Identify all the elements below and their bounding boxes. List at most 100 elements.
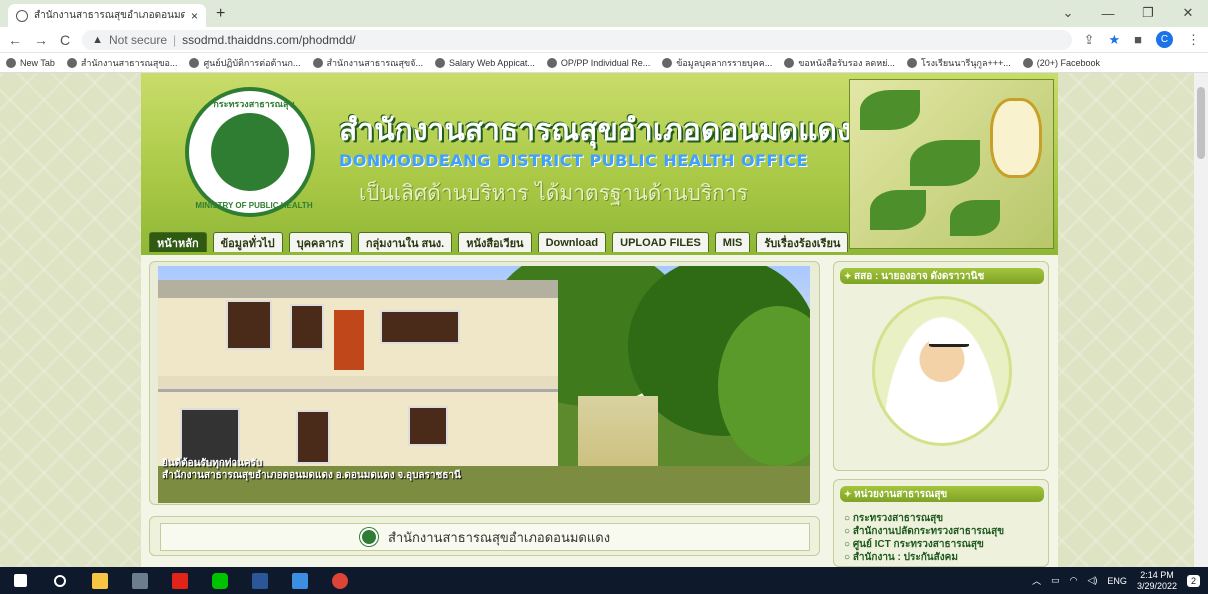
clock-time: 2:14 PM [1140, 569, 1174, 580]
bookmark-item[interactable]: ศูนย์ปฏิบัติการต่อต้านก... [189, 56, 301, 70]
globe-icon [66, 57, 77, 68]
share-icon[interactable]: ⇪ [1084, 32, 1095, 48]
bookmark-item[interactable]: OP/PP Individual Re... [546, 57, 651, 68]
tab-strip: สำนักงานสาธารณสุขอำเภอดอนมดแดง × + ⌄ — ❐… [0, 0, 1208, 27]
bookmarks-bar: New Tab สำนักงานสาธารณสุขอ... ศูนย์ปฏิบัติ… [0, 53, 1208, 73]
tray-chevron-icon[interactable]: ︿ [1032, 574, 1041, 587]
unit-link[interactable]: สำนักงานปลัดกระทรวงสาธารณสุข [844, 525, 1004, 538]
calculator-icon[interactable] [120, 567, 160, 594]
bookmark-label: Salary Web Appicat... [448, 57, 535, 68]
menu-item[interactable]: ข้อมูลทั่วไป [212, 232, 283, 252]
new-tab-button[interactable]: + [216, 5, 225, 23]
globe-icon [6, 57, 16, 68]
close-tab-button[interactable]: × [191, 9, 198, 23]
units-header: หน่วยงานสาธารณสุข [840, 486, 1044, 502]
clock-date: 3/29/2022 [1136, 580, 1177, 591]
caption-line-2: สำนักงานสาธารณสุขอำเภอดอนมดแดง อ.ดอนมดแด… [162, 470, 461, 481]
language-indicator[interactable]: ENG [1107, 576, 1127, 586]
globe-icon [662, 57, 673, 68]
system-tray: ︿ ▭ ◠ ◁) ENG 2:14 PM 3/29/2022 2 [1032, 567, 1200, 594]
back-icon[interactable]: ← [8, 32, 22, 48]
line-app-icon[interactable] [200, 567, 240, 594]
battery-icon[interactable]: ▭ [1051, 575, 1060, 586]
award-icon [784, 57, 795, 68]
globe-icon [434, 57, 445, 68]
bookmark-item[interactable]: New Tab [6, 57, 55, 68]
office-name-box: สำนักงานสาธารณสุขอำเภอดอนมดแดง [149, 516, 820, 556]
facebook-icon [1022, 57, 1033, 68]
file-explorer-icon[interactable] [80, 567, 120, 594]
bookmark-item[interactable]: โรงเรียนนารีนุกูล+++... [906, 56, 1011, 70]
toolbar: ← → C ▲ Not secure | ssodmd.thaiddns.com… [0, 27, 1208, 53]
chrome-icon[interactable] [320, 567, 360, 594]
bookmark-item[interactable]: ข้อมูลบุคลากรรายบุคค... [662, 56, 772, 70]
window-controls: ⌄ — ❐ ✕ [1048, 0, 1208, 26]
menu-item[interactable]: Download [537, 232, 607, 252]
tab-title: สำนักงานสาธารณสุขอำเภอดอนมดแดง [34, 10, 185, 21]
scrollbar-thumb[interactable] [1197, 87, 1205, 159]
bookmark-item[interactable]: สำนักงานสาธารณสุขอ... [66, 56, 177, 70]
bookmark-label: OP/PP Individual Re... [560, 57, 651, 68]
forward-icon[interactable]: → [34, 32, 48, 48]
bookmark-label: (20+) Facebook [1036, 57, 1101, 68]
pdf-reader-icon[interactable] [160, 567, 200, 594]
minimize-icon[interactable]: — [1088, 0, 1128, 26]
close-window-icon[interactable]: ✕ [1168, 0, 1208, 26]
globe-icon [312, 57, 323, 68]
caduceus-icon [211, 113, 289, 191]
menu-item[interactable]: หนังสือเวียน [458, 232, 532, 252]
bookmark-label: ข้อมูลบุคลากรรายบุคค... [676, 57, 773, 68]
bookmark-item[interactable]: (20+) Facebook [1022, 57, 1101, 68]
clock[interactable]: 2:14 PM 3/29/2022 [1137, 570, 1177, 592]
site-title-english: DONMODDEANG DISTRICT PUBLIC HEALTH OFFIC… [339, 151, 809, 170]
search-icon[interactable] [40, 567, 80, 594]
menu-item[interactable]: UPLOAD FILES [612, 232, 709, 252]
bookmark-label: ศูนย์ปฏิบัติการต่อต้านก... [203, 57, 301, 68]
menu-item[interactable]: กลุ่มงานใน สนง. [357, 232, 453, 252]
op-icon [546, 57, 557, 68]
bookmark-label: ขอหนังสือรับรอง ลดหย่... [798, 57, 895, 68]
caption-line-1: ยินดีต้อนรับทุกท่านครับ [162, 458, 263, 469]
menu-kebab-icon[interactable]: ⋮ [1187, 32, 1200, 48]
main-menu: หน้าหลัก ข้อมูลทั่วไป บุคคลากร กลุ่มงานใน ส… [149, 232, 849, 252]
windows-start-icon[interactable] [0, 567, 40, 594]
site-title-thai: สำนักงานสาธารณสุขอำเภอดอนมดแดง [339, 113, 852, 148]
toolbar-actions: ⇪ ★ ■ C ⋮ [1084, 31, 1200, 48]
bookmark-item[interactable]: สำนักงานสาธารณสุขจั... [312, 56, 423, 70]
director-panel: สสอ : นายองอาจ ดังดราวานิช [833, 261, 1049, 471]
bookmark-label: สำนักงานสาธารณสุขจั... [326, 57, 423, 68]
slideshow: ยินดีต้อนรับทุกท่านครับ สำนักงานสาธารณสุ… [149, 261, 820, 505]
unit-link[interactable]: ศูนย์ ICT กระทรวงสาธารณสุข [844, 538, 1004, 551]
school-icon [906, 57, 917, 68]
ministry-seal-logo: กระทรวงสาธารณสุข MINISTRY OF PUBLIC HEAL… [185, 87, 315, 217]
unit-link[interactable]: กระทรวงสาธารณสุข [844, 512, 1004, 525]
word-icon[interactable] [240, 567, 280, 594]
menu-item[interactable]: MIS [714, 232, 751, 252]
restore-icon[interactable]: ❐ [1128, 0, 1168, 26]
bookmark-item[interactable]: ขอหนังสือรับรอง ลดหย่... [784, 56, 895, 70]
profile-avatar[interactable]: C [1156, 31, 1173, 48]
menu-item[interactable]: หน้าหลัก [149, 232, 207, 252]
address-bar[interactable]: ▲ Not secure | ssodmd.thaiddns.com/phodm… [82, 29, 1072, 50]
taskbar: ︿ ▭ ◠ ◁) ENG 2:14 PM 3/29/2022 2 [0, 567, 1208, 594]
menu-item[interactable]: รับเรื่องร้องเรียน [756, 232, 849, 252]
seal-bottom-text: MINISTRY OF PUBLIC HEALTH [195, 201, 313, 210]
photos-icon[interactable] [280, 567, 320, 594]
slideshow-image[interactable]: ยินดีต้อนรับทุกท่านครับ สำนักงานสาธารณสุ… [158, 266, 810, 503]
side-panel-icon[interactable]: ■ [1134, 32, 1142, 47]
unit-link[interactable]: สำนักงาน : ประกันสังคม [844, 551, 1004, 564]
bookmark-label: โรงเรียนนารีนุกูล+++... [920, 57, 1011, 68]
bookmark-star-icon[interactable]: ★ [1108, 32, 1120, 48]
bookmark-item[interactable]: Salary Web Appicat... [434, 57, 535, 68]
page-viewport: กระทรวงสาธารณสุข MINISTRY OF PUBLIC HEAL… [0, 73, 1208, 567]
bookmark-label: New Tab [20, 57, 55, 68]
director-portrait [872, 296, 1012, 446]
menu-item[interactable]: บุคคลากร [288, 232, 352, 252]
notification-icon[interactable]: 2 [1186, 574, 1200, 587]
volume-icon[interactable]: ◁) [1088, 575, 1098, 586]
scrollbar[interactable] [1194, 73, 1208, 567]
tab-active[interactable]: สำนักงานสาธารณสุขอำเภอดอนมดแดง × [8, 4, 206, 27]
tab-search-icon[interactable]: ⌄ [1048, 0, 1088, 26]
reload-icon[interactable]: C [60, 32, 70, 48]
network-icon[interactable]: ◠ [1070, 575, 1078, 586]
